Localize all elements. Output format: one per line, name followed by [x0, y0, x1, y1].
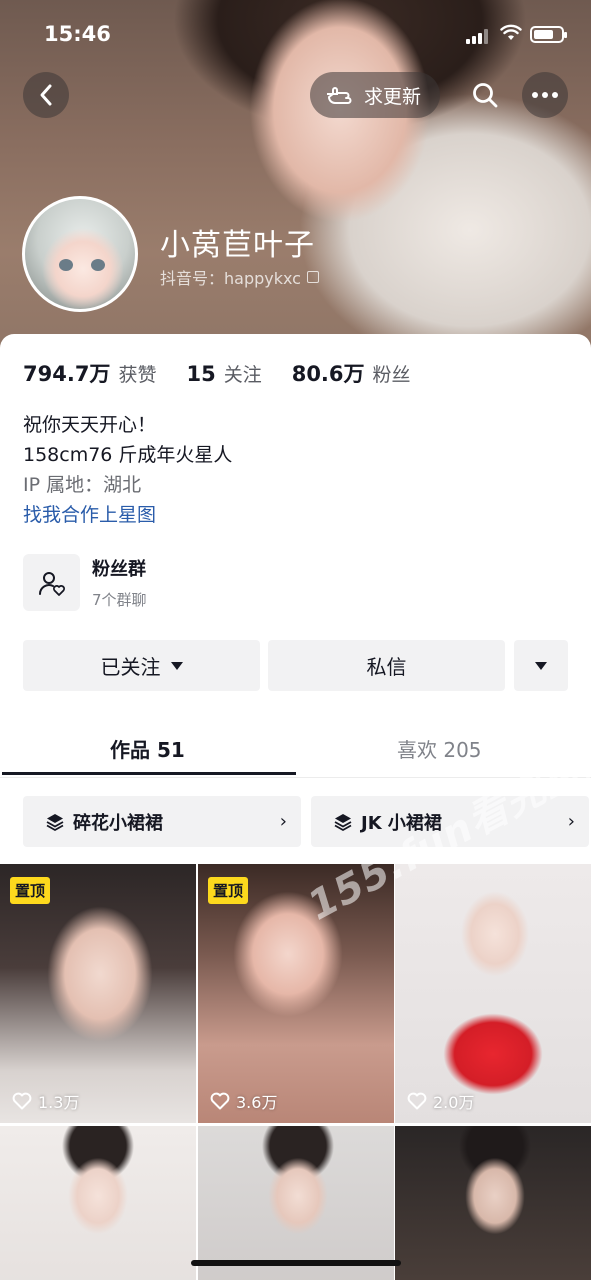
layers-icon — [46, 813, 64, 831]
copy-icon[interactable] — [306, 271, 319, 283]
chevron-right-icon: › — [567, 811, 575, 832]
followed-button[interactable]: 已关注 — [23, 640, 260, 691]
more-button[interactable] — [522, 72, 568, 118]
followers-count[interactable]: 80.6万 — [292, 358, 365, 388]
more-actions-button[interactable] — [514, 640, 568, 691]
tab-likes[interactable]: 喜欢 205 — [397, 734, 482, 763]
ip-location: IP 属地：湖北 — [23, 474, 142, 496]
video-thumbnail[interactable] — [0, 1126, 196, 1280]
caret-down-icon — [170, 661, 183, 670]
fan-group-icon-box — [23, 554, 80, 611]
followers-label: 粉丝 — [372, 364, 411, 386]
status-time: 15:46 — [44, 22, 111, 46]
active-tab-indicator — [2, 772, 296, 775]
chevron-left-icon — [40, 84, 52, 106]
likes-label: 获赞 — [118, 364, 157, 386]
douyin-id-text: 抖音号：happykxc — [160, 269, 301, 288]
battery-level — [534, 30, 553, 39]
heart-icon — [210, 1092, 230, 1110]
bio-line-1: 祝你天天开心！ — [23, 414, 157, 436]
video-thumbnail[interactable] — [198, 1126, 394, 1280]
pointing-hand-icon — [327, 87, 352, 104]
likes-count[interactable]: 794.7万 — [23, 358, 110, 388]
request-update-button[interactable]: 求更新 — [310, 72, 440, 118]
video-likes: 2.0万 — [407, 1089, 474, 1113]
cooperation-link[interactable]: 找我合作上星图 — [23, 500, 232, 530]
user-heart-icon — [38, 571, 65, 596]
search-icon — [473, 83, 498, 108]
back-button[interactable] — [23, 72, 69, 118]
action-row: 已关注 私信 — [23, 640, 568, 691]
video-likes: 3.6万 — [210, 1089, 277, 1113]
video-thumbnail[interactable] — [395, 1126, 591, 1280]
profile-nickname: 小莴苣叶子 — [160, 228, 315, 263]
more-icon — [532, 92, 558, 98]
fan-group-entry[interactable]: 粉丝群 7个群聊 — [23, 554, 147, 611]
wifi-icon — [500, 24, 522, 44]
heart-icon — [407, 1092, 427, 1110]
search-button[interactable] — [462, 72, 508, 118]
followed-label: 已关注 — [100, 655, 161, 679]
douyin-id[interactable]: 抖音号：happykxc — [160, 265, 319, 289]
video-likes: 1.3万 — [12, 1089, 79, 1113]
bio-line-2: 158cm76 斤成年火星人 — [23, 444, 233, 466]
video-thumbnail[interactable]: 2.0万 — [395, 864, 591, 1123]
following-count[interactable]: 15 — [186, 362, 215, 386]
video-thumbnail[interactable]: 置顶 1.3万 — [0, 864, 196, 1123]
cellular-signal-icon — [466, 28, 488, 44]
collection-item[interactable]: 碎花小裙裙 › — [23, 796, 301, 847]
status-bar: 15:46 — [0, 0, 591, 70]
profile-bio: 祝你天天开心！ 158cm76 斤成年火星人 IP 属地：湖北 找我合作上星图 — [23, 410, 232, 530]
home-indicator — [191, 1260, 401, 1266]
battery-icon — [530, 26, 567, 43]
fan-group-title: 粉丝群 — [92, 559, 146, 580]
caret-down-icon — [535, 661, 547, 670]
pinned-badge: 置顶 — [10, 877, 51, 904]
video-likes-count: 2.0万 — [433, 1093, 475, 1112]
video-likes-count: 1.3万 — [38, 1093, 80, 1112]
message-label: 私信 — [366, 655, 407, 679]
pinned-badge: 置顶 — [208, 877, 249, 904]
tab-works[interactable]: 作品 51 — [110, 734, 185, 763]
chevron-right-icon: › — [279, 811, 287, 832]
fan-group-subtitle: 7个群聊 — [92, 591, 147, 609]
heart-icon — [12, 1092, 32, 1110]
layers-icon — [334, 813, 352, 831]
avatar[interactable] — [22, 196, 138, 312]
request-update-label: 求更新 — [364, 85, 422, 108]
video-likes-count: 3.6万 — [236, 1093, 278, 1112]
following-label: 关注 — [223, 364, 262, 386]
collection-label: 碎花小裙裙 — [73, 812, 163, 834]
message-button[interactable]: 私信 — [268, 640, 505, 691]
profile-stats: 794.7万 获赞 15 关注 80.6万 粉丝 — [23, 358, 441, 388]
